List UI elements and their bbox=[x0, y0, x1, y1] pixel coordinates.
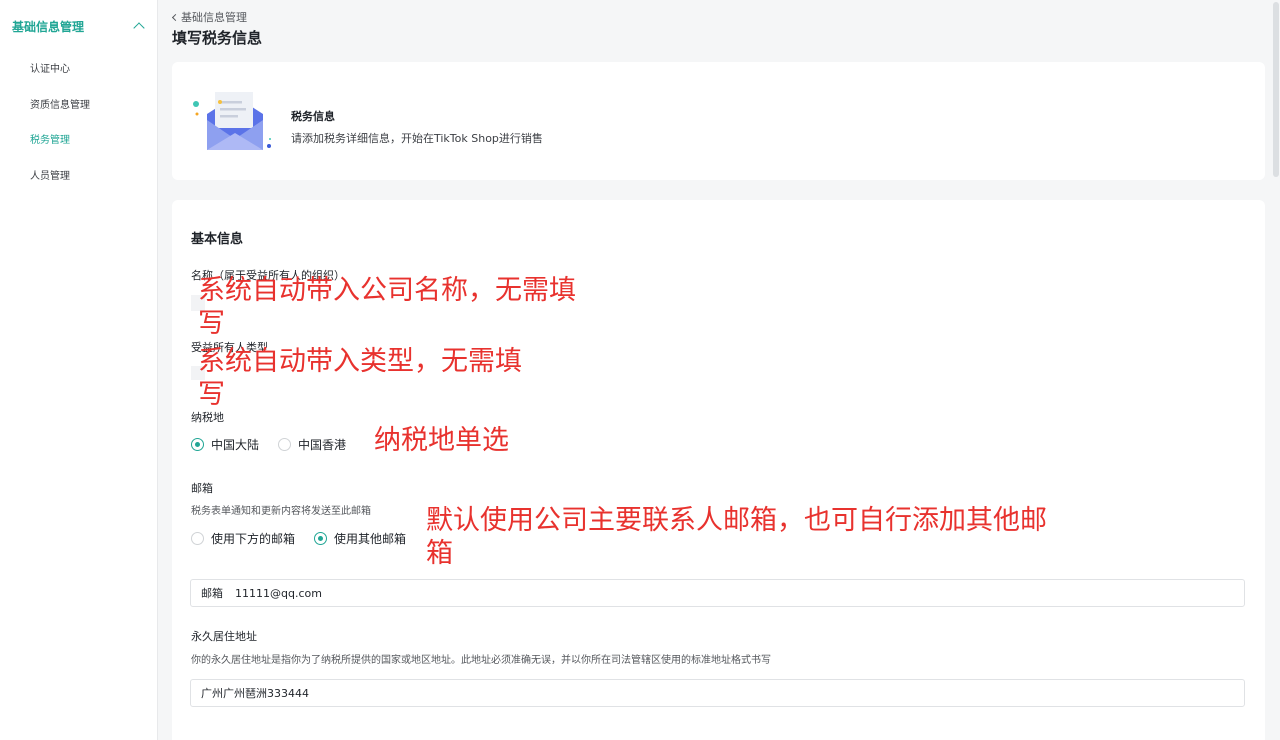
annotation-name-note: 系统自动带入公司名称，无需填 写 bbox=[198, 274, 576, 340]
radio-unchecked-icon[interactable] bbox=[278, 438, 292, 451]
email-label: 邮箱 bbox=[191, 482, 213, 495]
sidebar-group-label: 基础信息管理 bbox=[12, 19, 85, 34]
annotation-email-line2: 箱 bbox=[426, 538, 453, 569]
annotation-name-line1: 系统自动带入公司名称，无需填 bbox=[198, 275, 576, 306]
annotation-name-line2: 写 bbox=[198, 308, 225, 339]
address-input[interactable]: 广州广州琶洲333444 bbox=[190, 679, 1245, 707]
tax-location-option-hongkong[interactable]: 中国香港 bbox=[278, 436, 346, 453]
radio-unchecked-icon[interactable] bbox=[191, 532, 204, 545]
annotation-type-note: 系统自动带入类型，无需填 写 bbox=[198, 345, 522, 411]
address-hint: 你的永久居住地址是指你为了纳税所提供的国家或地区地址。此地址必须准确无误，并以你… bbox=[191, 655, 771, 666]
chevron-up-icon bbox=[133, 22, 145, 34]
tax-location-radio-group: 中国大陆 中国香港 bbox=[191, 436, 365, 453]
annotation-type-line2: 写 bbox=[198, 379, 225, 410]
email-option-other[interactable]: 使用其他邮箱 bbox=[314, 530, 406, 547]
back-link[interactable]: 基础信息管理 bbox=[171, 9, 247, 25]
scrollbar-thumb[interactable] bbox=[1273, 2, 1279, 177]
annotation-email-note: 默认使用公司主要联系人邮箱，也可自行添加其他邮 箱 bbox=[426, 504, 1047, 570]
info-card-description: 请添加税务详细信息，开始在TikTok Shop进行销售 bbox=[291, 132, 543, 145]
section-title: 基本信息 bbox=[191, 232, 244, 247]
info-card-title: 税务信息 bbox=[291, 110, 335, 123]
annotation-tax-note: 纳税地单选 bbox=[374, 425, 509, 456]
email-option-below[interactable]: 使用下方的邮箱 bbox=[191, 530, 295, 547]
sidebar-item-certification[interactable]: 认证中心 bbox=[0, 52, 157, 88]
email-hint: 税务表单通知和更新内容将发送至此邮箱 bbox=[191, 506, 371, 517]
tax-location-option-label: 中国香港 bbox=[298, 438, 347, 452]
sidebar-item-tax[interactable]: 税务管理 bbox=[0, 123, 157, 159]
email-input-value: 11111@qq.com bbox=[235, 586, 322, 600]
email-option-label: 使用其他邮箱 bbox=[334, 532, 407, 546]
annotation-email-line1: 默认使用公司主要联系人邮箱，也可自行添加其他邮 bbox=[426, 505, 1047, 536]
email-input-prefix: 邮箱 bbox=[201, 587, 223, 600]
email-option-label: 使用下方的邮箱 bbox=[211, 532, 296, 546]
tax-info-card: 税务信息 请添加税务详细信息，开始在TikTok Shop进行销售 bbox=[172, 62, 1265, 180]
email-radio-group: 使用下方的邮箱 使用其他邮箱 bbox=[191, 530, 425, 547]
back-link-label: 基础信息管理 bbox=[181, 11, 247, 24]
sidebar-item-personnel[interactable]: 人员管理 bbox=[0, 159, 157, 195]
annotation-type-line1: 系统自动带入类型，无需填 bbox=[198, 346, 522, 377]
tax-location-option-mainland[interactable]: 中国大陆 bbox=[191, 436, 259, 453]
radio-checked-icon[interactable] bbox=[191, 438, 204, 451]
sidebar-item-qualification[interactable]: 资质信息管理 bbox=[0, 88, 157, 124]
tax-location-label: 纳税地 bbox=[191, 411, 224, 424]
sidebar: 基础信息管理 认证中心 资质信息管理 税务管理 人员管理 bbox=[0, 0, 158, 740]
chevron-left-icon bbox=[171, 13, 180, 21]
tax-location-option-label: 中国大陆 bbox=[211, 438, 260, 452]
page-title: 填写税务信息 bbox=[172, 29, 263, 47]
address-input-value: 广州广州琶洲333444 bbox=[201, 687, 309, 700]
email-input[interactable]: 邮箱 11111@qq.com bbox=[190, 579, 1245, 607]
address-label: 永久居住地址 bbox=[191, 630, 257, 643]
radio-checked-icon[interactable] bbox=[314, 532, 328, 545]
sidebar-group-basic-info[interactable]: 基础信息管理 bbox=[0, 0, 157, 52]
scrollbar[interactable] bbox=[1272, 0, 1280, 740]
envelope-illustration-icon bbox=[193, 92, 271, 150]
